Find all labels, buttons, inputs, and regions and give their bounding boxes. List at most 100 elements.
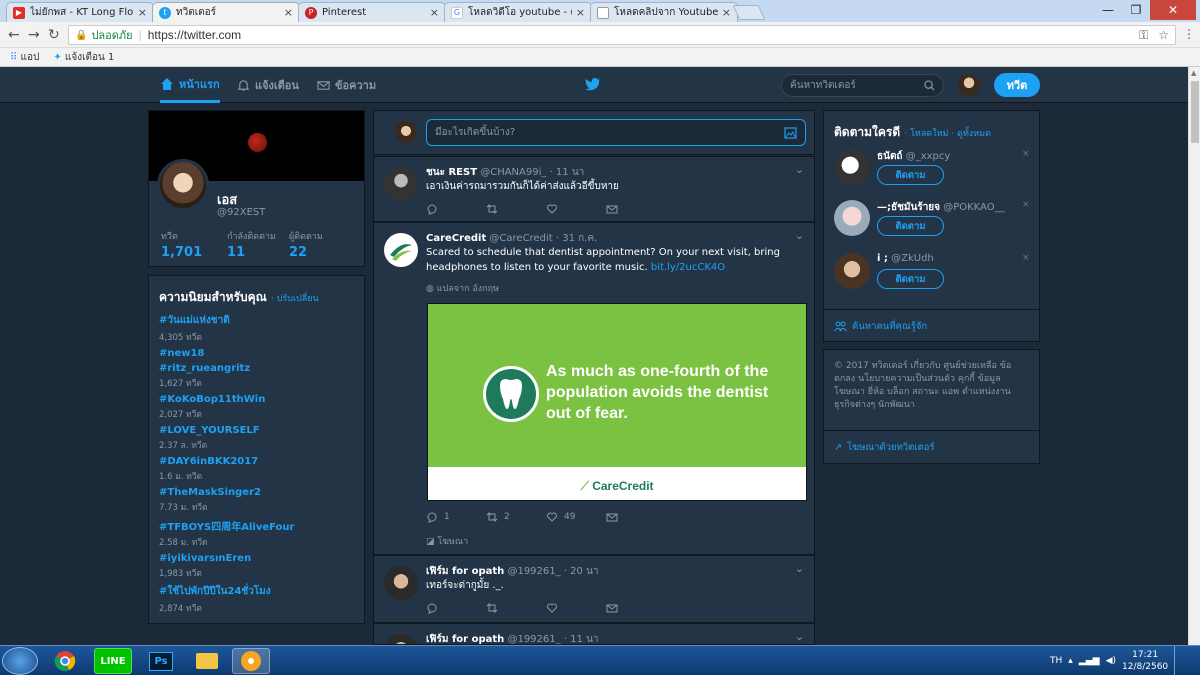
trend-item[interactable]: #วันแม่แห่งชาติ 4,305 ทวีต xyxy=(159,313,354,344)
scroll-up-icon[interactable]: ▲ xyxy=(1191,69,1196,77)
tweet-handle[interactable]: @199261_ xyxy=(507,634,560,644)
wtf-refresh-link[interactable]: · โหลดใหม่ · ดูทั้งหมด xyxy=(904,129,991,139)
tweet-author[interactable]: CareCredit xyxy=(426,233,486,244)
trend-item[interactable]: #KoKoBop11thWin 2,027 ทวีต xyxy=(159,394,354,421)
close-window-icon[interactable]: ✕ xyxy=(1150,0,1196,20)
tweet-handle[interactable]: @CHANA99i_ xyxy=(480,167,546,178)
trend-item[interactable]: #ritz_rueangritz 1,627 ทวีต xyxy=(159,363,354,390)
tweet-time[interactable]: · 11 นา xyxy=(564,634,599,644)
photoshop-taskbar-icon[interactable]: Ps xyxy=(142,648,180,674)
network-icon[interactable]: ▂▄▆ xyxy=(1079,656,1100,666)
stat-tweets[interactable]: ทวีต 1,701 xyxy=(161,229,202,260)
app-taskbar-icon[interactable] xyxy=(232,648,270,674)
tweet-author[interactable]: เฟิร์ม for opath xyxy=(426,566,504,577)
browser-tab-twitter[interactable]: t ทวิตเตอร์ × xyxy=(152,2,300,22)
chevron-down-icon[interactable]: ⌄ xyxy=(795,163,804,176)
trend-item[interactable]: #ใช้ไปพักปีปีใน24ชั่วโมง 2,874 ทวีต xyxy=(159,584,354,615)
start-button[interactable] xyxy=(2,647,38,675)
like-button[interactable] xyxy=(546,203,606,215)
nav-home[interactable]: หน้าแรก xyxy=(160,67,220,103)
chevron-down-icon[interactable]: ⌄ xyxy=(795,229,804,242)
trend-item[interactable]: #LOVE_YOURSELF 2.37 ล. ทวีต xyxy=(159,425,354,452)
line-taskbar-icon[interactable]: LINE xyxy=(94,648,132,674)
nav-notifications[interactable]: แจ้งเตือน xyxy=(237,67,299,103)
clock[interactable]: 17:21 12/8/2560 xyxy=(1122,649,1168,673)
tweet-time[interactable]: · 20 นา xyxy=(564,566,599,577)
url-input[interactable]: 🔒 ปลอดภัย | https://twitter.com ⚿ ☆ xyxy=(68,25,1176,45)
find-people-link[interactable]: ค้นหาคนที่คุณรู้จัก xyxy=(824,309,1039,343)
forward-icon[interactable]: → xyxy=(28,27,40,43)
trend-item[interactable]: #new18 xyxy=(159,348,354,359)
tweet-link[interactable]: bit.ly/2ucCK4O xyxy=(651,262,725,273)
search-input[interactable]: ค้นหาทวิตเตอร์ xyxy=(781,74,944,97)
browser-tab-google[interactable]: G โหลดวิดีโอ youtube - ค้นห× xyxy=(444,2,592,22)
tray-arrow-icon[interactable]: ▴ xyxy=(1068,656,1073,666)
stat-following[interactable]: กำลังติดตาม 11 xyxy=(227,229,276,260)
browser-tab-page[interactable]: โหลดคลิปจาก Youtube Mp× xyxy=(590,2,738,22)
reply-button[interactable] xyxy=(426,203,486,215)
tweet-button[interactable]: ทวีต xyxy=(994,73,1040,97)
like-button[interactable]: 49 xyxy=(546,511,606,523)
browser-tab-youtube[interactable]: ▶ ไม่ยักพส - KT Long Flowin× xyxy=(6,2,154,22)
reply-button[interactable] xyxy=(426,602,486,614)
retweet-button[interactable] xyxy=(486,203,546,215)
avatar[interactable] xyxy=(384,167,418,201)
reload-icon[interactable]: ↻ xyxy=(48,27,60,43)
image-icon[interactable] xyxy=(784,126,797,139)
compose-input[interactable]: มีอะไรเกิดขึ้นบ้าง? xyxy=(426,119,806,146)
folder-taskbar-icon[interactable] xyxy=(188,648,226,674)
follow-button[interactable]: ติดตาม xyxy=(877,165,944,185)
chevron-down-icon[interactable]: ⌄ xyxy=(795,562,804,575)
avatar[interactable] xyxy=(834,200,870,236)
dismiss-icon[interactable]: × xyxy=(1022,253,1030,263)
tweet-time[interactable]: · 31 ก.ค. xyxy=(556,233,597,244)
tweet-handle[interactable]: @CareCredit xyxy=(489,233,552,244)
tweet[interactable]: เฟิร์ม for opath @199261_ · 11 นา ⌄ xyxy=(373,623,815,645)
ad-image[interactable]: As much as one-fourth of the population … xyxy=(427,303,807,501)
tweet[interactable]: ชนะ REST @CHANA99i_ · 11 นา ⌄ เอาเงินค่า… xyxy=(373,156,815,222)
browser-tab-pinterest[interactable]: P Pinterest × xyxy=(298,2,446,22)
back-icon[interactable]: ← xyxy=(8,27,20,43)
chevron-down-icon[interactable]: ⌄ xyxy=(795,630,804,643)
show-desktop-button[interactable] xyxy=(1174,646,1184,675)
star-icon[interactable]: ☆ xyxy=(1158,28,1169,42)
close-icon[interactable]: × xyxy=(284,6,293,19)
tweet-author[interactable]: ชนะ REST xyxy=(426,167,477,178)
dismiss-icon[interactable]: × xyxy=(1022,149,1030,159)
avatar[interactable] xyxy=(384,634,418,644)
close-icon[interactable]: × xyxy=(430,6,439,19)
dismiss-icon[interactable]: × xyxy=(1022,200,1030,210)
nav-messages[interactable]: ข้อความ xyxy=(317,67,376,103)
avatar[interactable] xyxy=(384,566,418,600)
close-icon[interactable]: × xyxy=(576,6,585,19)
retweet-button[interactable]: 2 xyxy=(486,511,546,523)
scrollbar[interactable]: ▲ xyxy=(1188,67,1200,645)
follow-button[interactable]: ติดตาม xyxy=(877,216,944,236)
apps-bookmark[interactable]: ⠿ แอป xyxy=(10,50,39,65)
follow-button[interactable]: ติดตาม xyxy=(877,269,944,289)
chrome-taskbar-icon[interactable] xyxy=(46,648,84,674)
advertise-link[interactable]: ↗ โฆษณาด้วยทวิตเตอร์ xyxy=(824,430,1039,464)
tweet-time[interactable]: · 11 นา xyxy=(550,167,585,178)
avatar[interactable] xyxy=(384,233,418,267)
trend-item[interactable]: #DAY6inBKK2017 1.6 ม. ทวีต xyxy=(159,456,354,483)
trend-item[interactable]: #iyikivarsınEren 1,983 ทวีต xyxy=(159,553,354,580)
minimize-icon[interactable]: — xyxy=(1094,0,1122,20)
scrollbar-thumb[interactable] xyxy=(1191,81,1199,143)
dm-button[interactable] xyxy=(606,602,666,614)
maximize-icon[interactable]: ❐ xyxy=(1122,0,1150,20)
avatar[interactable] xyxy=(834,149,870,185)
avatar[interactable] xyxy=(834,253,870,289)
close-icon[interactable]: × xyxy=(138,6,147,19)
avatar[interactable] xyxy=(958,74,980,96)
language-indicator[interactable]: TH xyxy=(1050,656,1062,666)
translate-link[interactable]: ◍ แปลจาก อังกฤษ xyxy=(426,281,499,295)
volume-icon[interactable]: ◀) xyxy=(1106,656,1116,666)
notifications-bookmark[interactable]: ✦ แจ้งเตือน 1 xyxy=(53,50,114,65)
stat-followers[interactable]: ผู้ติดตาม 22 xyxy=(289,229,323,260)
trends-change-link[interactable]: · ปรับเปลี่ยน xyxy=(271,294,319,304)
dm-button[interactable] xyxy=(606,511,666,523)
footer-links[interactable]: © 2017 ทวิตเตอร์ เกี่ยวกับ ศูนย์ช่วยเหลื… xyxy=(834,360,1029,412)
tweet-author[interactable]: เฟิร์ม for opath xyxy=(426,634,504,644)
tweet-promoted[interactable]: CareCredit @CareCredit · 31 ก.ค. ⌄ Scare… xyxy=(373,222,815,555)
